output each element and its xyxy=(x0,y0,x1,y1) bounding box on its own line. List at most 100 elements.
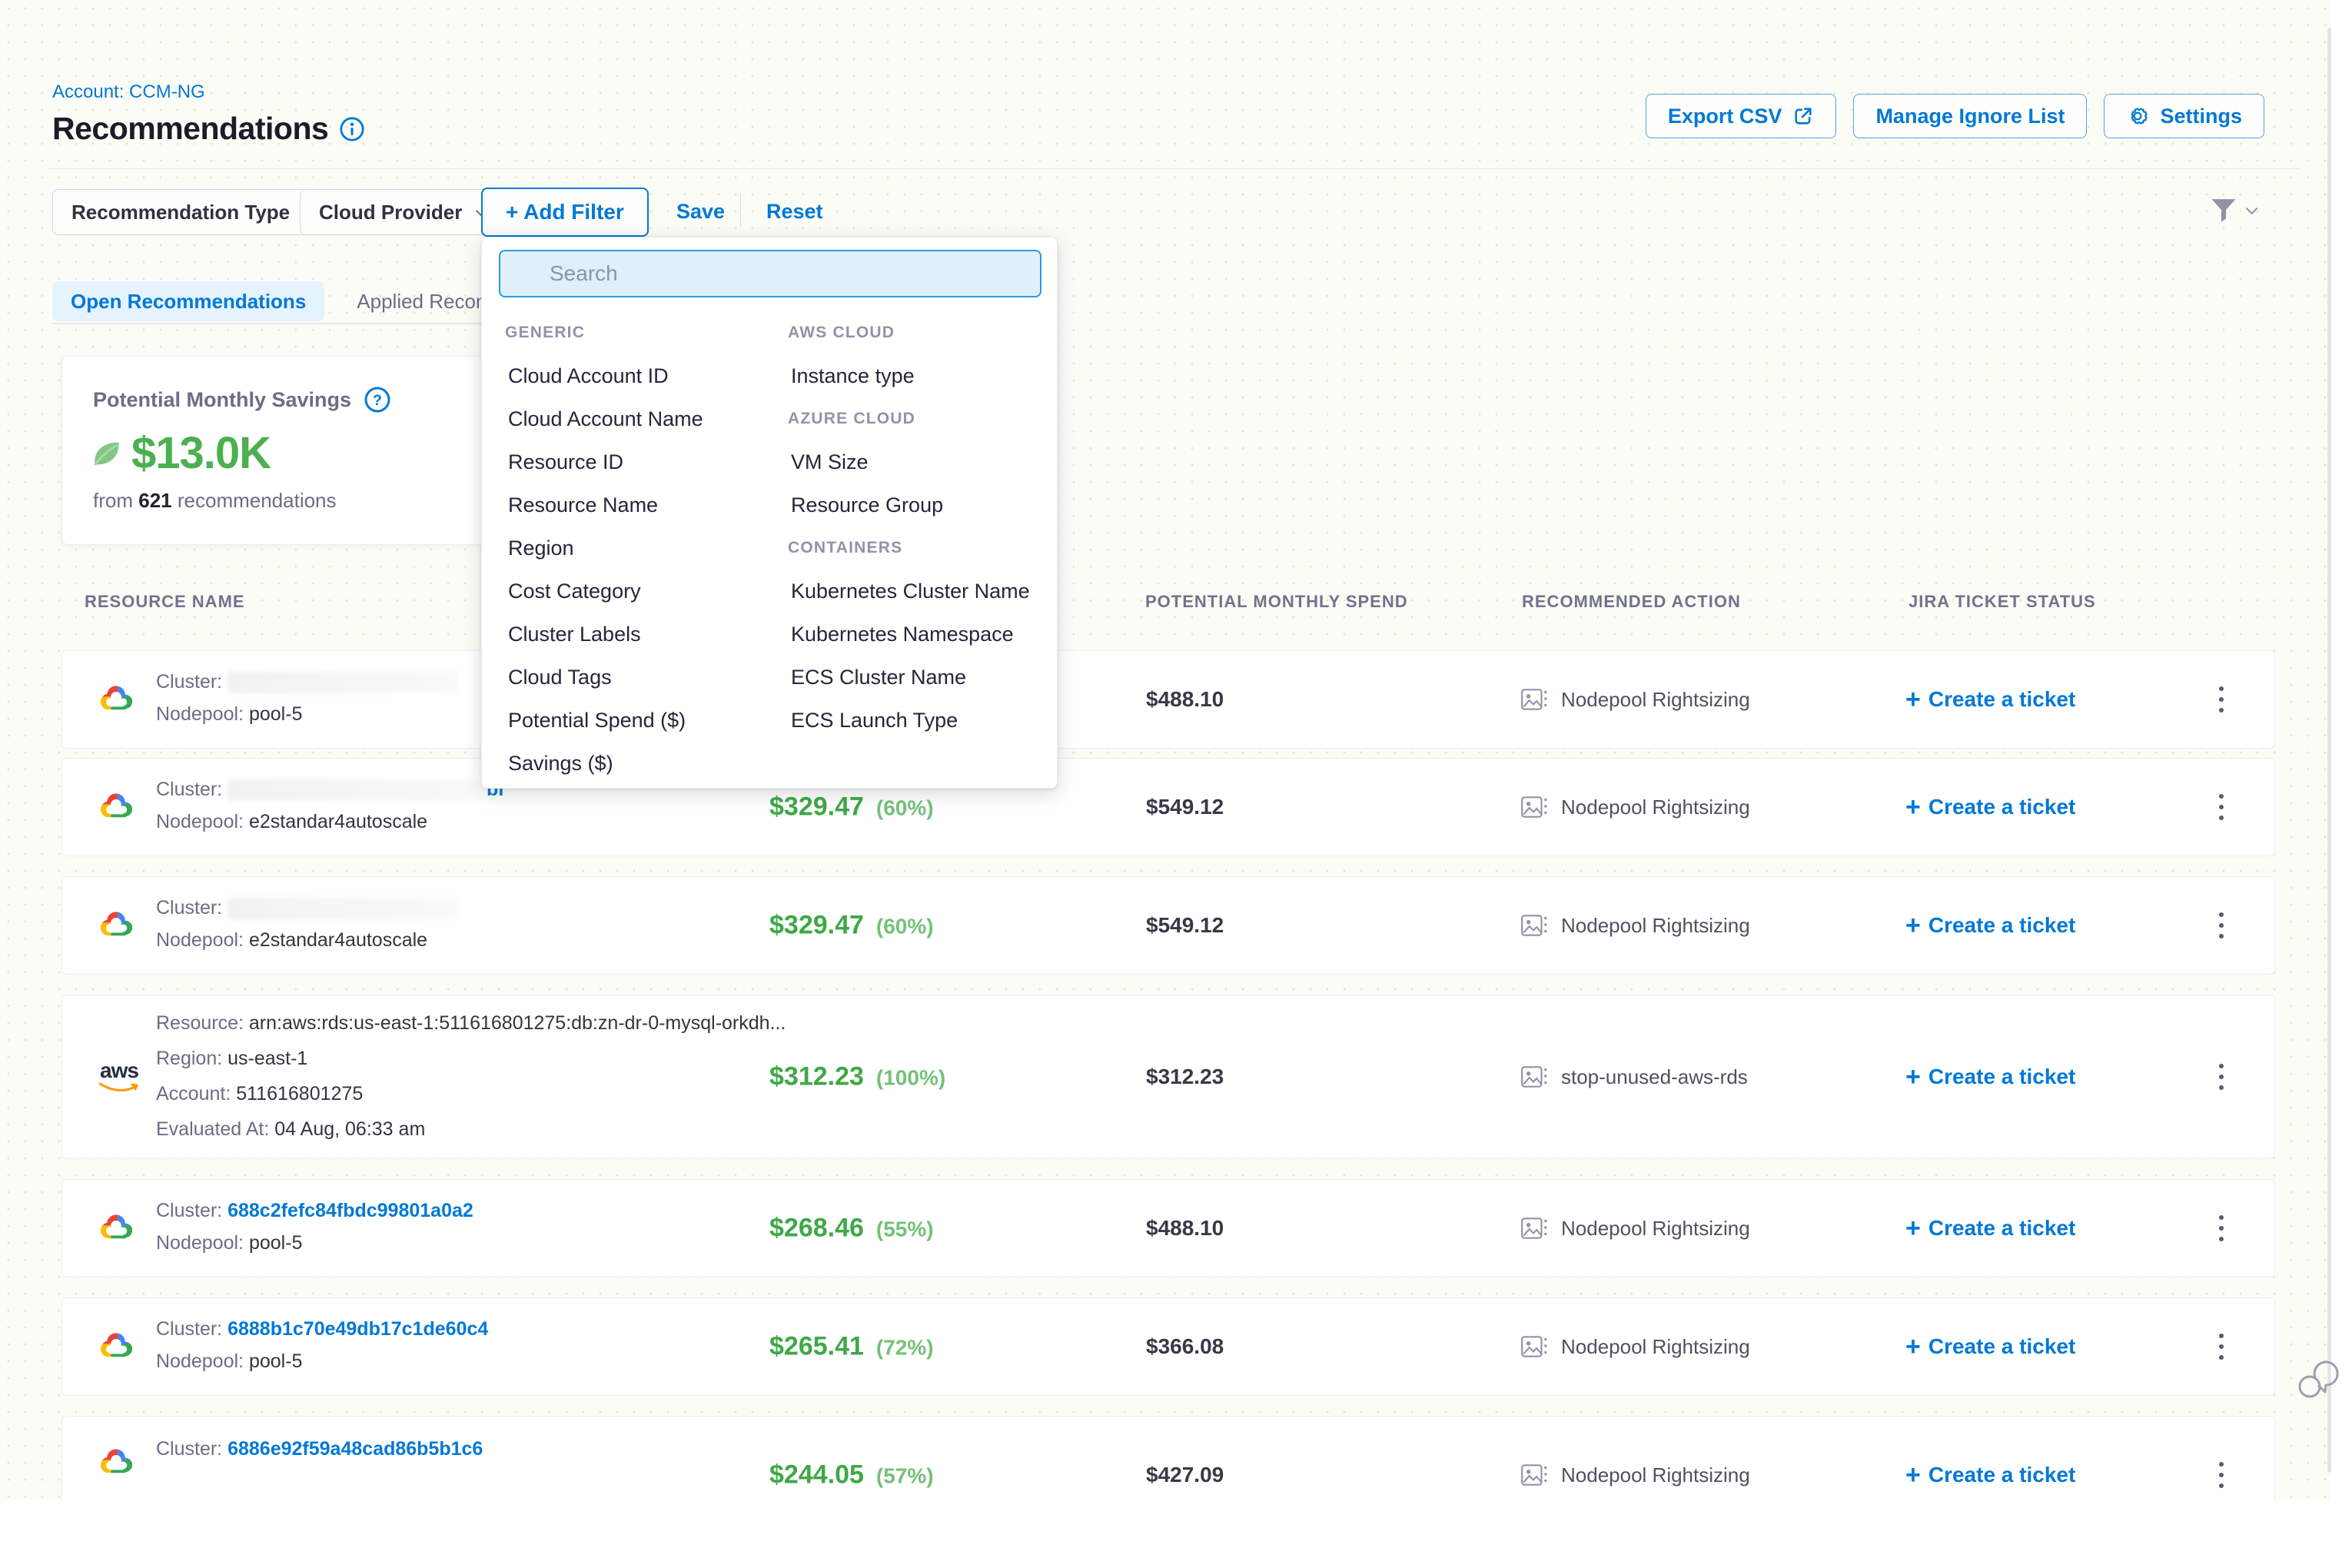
cluster-label: Cluster: xyxy=(156,671,222,693)
savings-value: $312.23 xyxy=(769,1062,864,1092)
row-menu-button[interactable] xyxy=(2213,680,2230,719)
savings-count: 621 xyxy=(138,489,171,512)
resource-nodepool-line: Nodepool: pool-5 xyxy=(156,1350,302,1373)
recommendation-type-filter[interactable]: Recommendation Type xyxy=(52,189,331,235)
recommendation-type-label: Recommendation Type xyxy=(71,201,290,224)
filter-option[interactable]: Cloud Tags xyxy=(505,656,774,699)
row-menu-button[interactable] xyxy=(2213,906,2230,945)
filter-column-cloud: AWS CLOUD Instance type AZURE CLOUD VM S… xyxy=(788,311,1049,742)
filter-option[interactable]: VM Size xyxy=(788,440,1049,483)
filter-option[interactable]: Instance type xyxy=(788,354,1049,397)
table-row[interactable]: Cluster: 6888b1c70e49db17c1de60c4 Nodepo… xyxy=(61,1297,2275,1396)
create-ticket-label: Create a ticket xyxy=(1928,1065,2075,1089)
row-menu-button[interactable] xyxy=(2213,1456,2230,1494)
filter-option[interactable]: Cloud Account Name xyxy=(505,397,774,440)
help-widget-icon[interactable] xyxy=(2297,1350,2340,1415)
table-row[interactable]: Cluster: bi Nodepool: e2standar4autoscal… xyxy=(61,758,2275,856)
savings-sub-suffix: recommendations xyxy=(178,489,337,512)
filter-option[interactable]: ECS Launch Type xyxy=(788,699,1049,742)
redacted-cluster-name xyxy=(228,672,458,693)
cluster-link[interactable]: 6888b1c70e49db17c1de60c4 xyxy=(228,1318,488,1340)
account-label: Account: xyxy=(156,1083,231,1105)
recommended-action-cell: Nodepool Rightsizing xyxy=(1520,1332,1750,1361)
filter-option[interactable]: Kubernetes Namespace xyxy=(788,613,1049,656)
funnel-icon xyxy=(2209,197,2238,223)
cluster-label: Cluster: xyxy=(156,897,222,919)
savings-cell: $312.23 (100%) xyxy=(769,1062,945,1092)
filter-option[interactable]: Region xyxy=(505,527,774,570)
filter-option[interactable]: Resource Name xyxy=(505,483,774,527)
action-label: Nodepool Rightsizing xyxy=(1561,914,1750,938)
filter-option[interactable]: Resource ID xyxy=(505,440,774,483)
row-menu-button[interactable] xyxy=(2213,1327,2230,1366)
reset-filter-link[interactable]: Reset xyxy=(766,200,823,224)
filter-option[interactable]: ECS Cluster Name xyxy=(788,656,1049,699)
savings-percent: (60%) xyxy=(876,796,934,821)
save-filter-link[interactable]: Save xyxy=(676,200,725,224)
tab-open-recommendations[interactable]: Open Recommendations xyxy=(52,281,324,321)
create-ticket-link[interactable]: + Create a ticket xyxy=(1905,1215,2075,1241)
redacted-cluster-name xyxy=(228,898,458,919)
row-menu-button[interactable] xyxy=(2213,1058,2230,1096)
cluster-label: Cluster: xyxy=(156,1200,222,1221)
resource-cluster-line: Cluster: 688c2fefc84fbdc99801a0a2 xyxy=(156,1200,473,1222)
search-input[interactable] xyxy=(499,250,1041,297)
nodepool-label: Nodepool: xyxy=(156,929,244,951)
filter-option[interactable]: Resource Group xyxy=(788,483,1049,527)
filter-option[interactable]: Potential Spend ($) xyxy=(505,699,774,742)
filter-group-header: AZURE CLOUD xyxy=(788,397,1049,440)
manage-ignore-list-label: Manage Ignore List xyxy=(1875,105,2065,128)
filter-links-divider xyxy=(740,194,741,228)
table-row[interactable]: Cluster: Nodepool: pool-5 $488.10 Nodepo… xyxy=(61,650,2275,749)
table-row[interactable]: aws Resource: arn:aws:rds:us-east-1:5116… xyxy=(61,995,2275,1159)
create-ticket-link[interactable]: + Create a ticket xyxy=(1905,686,2075,713)
row-menu-button[interactable] xyxy=(2213,788,2230,826)
create-ticket-link[interactable]: + Create a ticket xyxy=(1905,1462,2075,1488)
plus-icon: + xyxy=(1905,1064,1921,1090)
action-icon xyxy=(1520,1332,1549,1361)
cluster-label: Cluster: xyxy=(156,1318,222,1340)
page-title-row: Recommendations xyxy=(52,111,365,147)
spend-value: $312.23 xyxy=(1146,1065,1224,1089)
filter-option[interactable]: Cluster Labels xyxy=(505,613,774,656)
breadcrumb-account[interactable]: Account: CCM-NG xyxy=(52,81,205,103)
gcp-icon xyxy=(96,683,136,717)
create-ticket-link[interactable]: + Create a ticket xyxy=(1905,1064,2075,1090)
resource-cluster-line: Cluster: 6888b1c70e49db17c1de60c4 xyxy=(156,1318,488,1340)
info-icon[interactable] xyxy=(339,116,365,142)
column-header-resource-name: RESOURCE NAME xyxy=(85,592,245,612)
filter-option[interactable]: Savings ($) xyxy=(505,742,774,785)
plus-icon: + xyxy=(1905,794,1921,820)
filter-option[interactable]: Cloud Account ID xyxy=(505,354,774,397)
region-label: Region: xyxy=(156,1048,222,1069)
table-row[interactable]: Cluster: Nodepool: e2standar4autoscale $… xyxy=(61,876,2275,975)
action-label: Nodepool Rightsizing xyxy=(1561,796,1750,819)
resource-nodepool-line: Nodepool: pool-5 xyxy=(156,1232,302,1254)
export-csv-button[interactable]: Export CSV xyxy=(1646,94,1837,138)
resource-nodepool-line: Nodepool: e2standar4autoscale xyxy=(156,929,427,952)
create-ticket-link[interactable]: + Create a ticket xyxy=(1905,1334,2075,1360)
aws-icon: aws xyxy=(96,1060,142,1094)
scrollbar[interactable] xyxy=(2327,28,2331,1473)
settings-button[interactable]: Settings xyxy=(2104,94,2264,138)
create-ticket-link[interactable]: + Create a ticket xyxy=(1905,794,2075,820)
filter-panel-toggle[interactable] xyxy=(2209,197,2254,223)
savings-percent: (55%) xyxy=(876,1218,934,1242)
spend-value: $549.12 xyxy=(1146,913,1224,938)
cluster-link[interactable]: 688c2fefc84fbdc99801a0a2 xyxy=(228,1200,473,1221)
filter-option[interactable]: Cost Category xyxy=(505,570,774,613)
table-row[interactable]: Cluster: 688c2fefc84fbdc99801a0a2 Nodepo… xyxy=(61,1179,2275,1277)
filter-group-header: AWS CLOUD xyxy=(788,311,1049,354)
help-icon[interactable]: ? xyxy=(364,386,391,414)
filter-option[interactable]: Kubernetes Cluster Name xyxy=(788,570,1049,613)
row-menu-button[interactable] xyxy=(2213,1209,2230,1247)
add-filter-button[interactable]: + Add Filter xyxy=(481,188,649,237)
create-ticket-link[interactable]: + Create a ticket xyxy=(1905,912,2075,938)
filter-group-header: CONTAINERS xyxy=(788,527,1049,570)
cloud-provider-filter[interactable]: Cloud Provider xyxy=(300,189,503,235)
resource-cluster-line: Cluster: bi xyxy=(156,779,503,801)
table-row[interactable]: Cluster: 6886e92f59a48cad86b5b1c6 $244.0… xyxy=(61,1416,2275,1500)
manage-ignore-list-button[interactable]: Manage Ignore List xyxy=(1853,94,2087,138)
savings-cell: $265.41 (72%) xyxy=(769,1332,934,1362)
cluster-link[interactable]: 6886e92f59a48cad86b5b1c6 xyxy=(228,1438,483,1460)
